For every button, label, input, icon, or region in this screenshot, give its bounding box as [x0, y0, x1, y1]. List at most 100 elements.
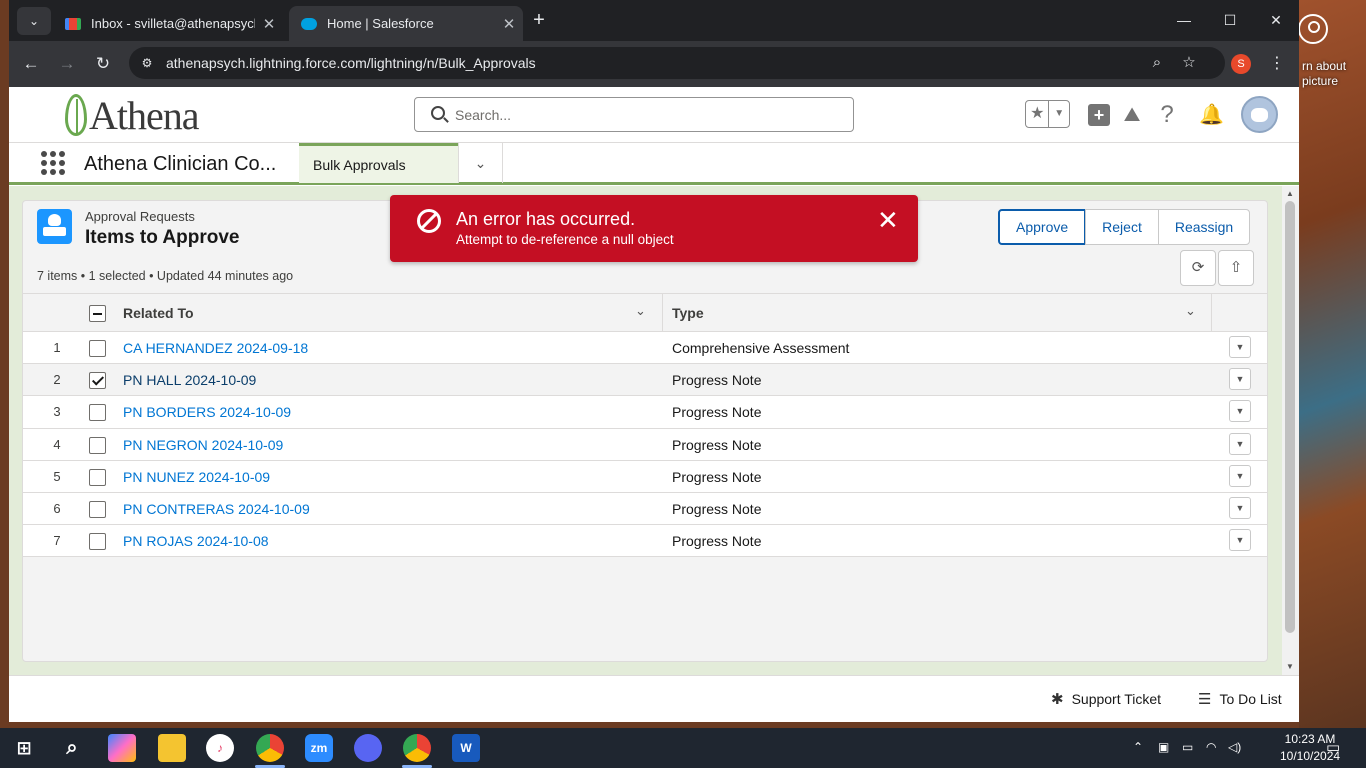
minimize-button[interactable]: —	[1161, 6, 1207, 34]
global-header: Athena ★ ▼ + ⛰ ? 🔔	[9, 87, 1299, 143]
windows-start-icon[interactable]: ⊞	[10, 734, 38, 762]
url-text[interactable]: athenapsych.lightning.force.com/lightnin…	[166, 55, 536, 71]
column-divider[interactable]	[1211, 294, 1212, 332]
approve-button[interactable]: Approve	[998, 209, 1087, 245]
row-actions-chevron-icon[interactable]: ▼	[1229, 400, 1251, 423]
row-checkbox[interactable]	[89, 533, 106, 551]
row-actions-chevron-icon[interactable]: ▼	[1229, 368, 1251, 391]
tab-gmail-inbox[interactable]: Inbox - svilleta@athenapsych.c ✕	[53, 6, 283, 41]
chrome-icon[interactable]	[256, 734, 284, 762]
select-all-checkbox[interactable]	[89, 305, 106, 322]
omnibox[interactable]: ⚙ athenapsych.lightning.force.com/lightn…	[129, 47, 1225, 79]
search-icon[interactable]: ⌕	[58, 734, 86, 762]
related-to-link[interactable]: PN ROJAS 2024-10-08	[123, 533, 269, 549]
trailhead-icon[interactable]: ⛰	[1119, 101, 1145, 129]
meet-now-icon[interactable]: ▣	[1158, 740, 1169, 754]
refresh-icon[interactable]: ⟳	[1180, 250, 1216, 286]
row-checkbox[interactable]	[89, 340, 106, 357]
row-checkbox[interactable]	[89, 404, 106, 422]
nav-more-chevron-icon[interactable]: ⌄	[458, 143, 503, 183]
row-checkbox[interactable]	[89, 372, 106, 390]
table-row[interactable]: 3 PN BORDERS 2024-10-09 Progress Note ▼	[23, 396, 1267, 429]
related-to-link[interactable]: PN CONTRERAS 2024-10-09	[123, 501, 310, 517]
zoom-icon[interactable]: ⌕	[1147, 53, 1167, 73]
row-checkbox[interactable]	[89, 468, 106, 486]
profile-avatar[interactable]: S	[1231, 54, 1251, 74]
help-icon[interactable]: ?	[1155, 101, 1179, 129]
chrome-profile-icon[interactable]	[403, 734, 431, 762]
table-row[interactable]: 1 CA HERNANDEZ 2024-09-18 Comprehensive …	[23, 332, 1267, 365]
table-row[interactable]: 4 PN NEGRON 2024-10-09 Progress Note ▼	[23, 428, 1267, 461]
related-to-link[interactable]: PN BORDERS 2024-10-09	[123, 404, 291, 420]
close-window-button[interactable]: ✕	[1253, 6, 1299, 34]
chevron-down-icon[interactable]: ⌄	[1185, 303, 1196, 319]
tab-salesforce-home[interactable]: Home | Salesforce ✕	[289, 6, 523, 41]
discord-icon[interactable]	[354, 734, 382, 762]
bookmark-star-icon[interactable]: ☆	[1179, 53, 1199, 73]
related-to-link[interactable]: PN NUNEZ 2024-10-09	[123, 469, 270, 485]
tab-search-button[interactable]: ⌄	[17, 7, 51, 35]
row-actions-chevron-icon[interactable]: ▼	[1229, 529, 1251, 552]
battery-icon[interactable]: ▭	[1182, 740, 1193, 754]
forward-button[interactable]: →	[55, 52, 79, 76]
word-icon[interactable]: W	[452, 734, 480, 762]
copilot-icon[interactable]	[108, 734, 136, 762]
column-header-type[interactable]: Type	[672, 294, 704, 332]
chevron-down-icon[interactable]: ⌄	[635, 303, 646, 319]
row-checkbox[interactable]	[89, 436, 106, 454]
scrollbar-thumb[interactable]	[1285, 201, 1295, 633]
global-actions-icon[interactable]: +	[1087, 101, 1111, 129]
column-header-related-to[interactable]: Related To	[123, 294, 194, 332]
column-divider[interactable]	[662, 294, 663, 332]
table-row[interactable]: 5 PN NUNEZ 2024-10-09 Progress Note ▼	[23, 460, 1267, 493]
reject-button[interactable]: Reject	[1085, 209, 1159, 245]
star-icon[interactable]: ★	[1026, 101, 1050, 127]
favorites-button[interactable]: ★ ▼	[1025, 100, 1070, 128]
chevron-up-icon[interactable]: ⌃	[1133, 740, 1143, 754]
notification-center-icon[interactable]: ▭	[1326, 738, 1340, 756]
row-actions-chevron-icon[interactable]: ▼	[1229, 496, 1251, 519]
to-do-list-button[interactable]: ☰ To Do List	[1198, 690, 1282, 708]
row-actions-chevron-icon[interactable]: ▼	[1229, 336, 1251, 358]
wallpaper-learn-more-text[interactable]: rn about picture	[1302, 59, 1346, 89]
scroll-up-arrow-icon[interactable]: ▲	[1286, 189, 1294, 198]
itunes-icon[interactable]: ♪	[206, 734, 234, 762]
nav-tab-bulk-approvals[interactable]: Bulk Approvals	[299, 143, 458, 183]
search-input[interactable]	[455, 104, 835, 126]
related-to-link[interactable]: CA HERNANDEZ 2024-09-18	[123, 340, 308, 356]
file-explorer-icon[interactable]	[158, 734, 186, 762]
approval-icon	[37, 209, 72, 244]
support-ticket-button[interactable]: ✱ Support Ticket	[1051, 690, 1161, 708]
notifications-bell-icon[interactable]: 🔔	[1199, 101, 1224, 129]
close-tab-icon[interactable]: ✕	[255, 15, 283, 33]
row-actions-chevron-icon[interactable]: ▼	[1229, 432, 1251, 455]
chevron-down-icon[interactable]: ▼	[1049, 101, 1069, 127]
maximize-button[interactable]: ☐	[1207, 6, 1253, 34]
scroll-down-arrow-icon[interactable]: ▼	[1286, 662, 1294, 671]
reload-button[interactable]: ↻	[91, 52, 115, 76]
table-row[interactable]: 6 PN CONTRERAS 2024-10-09 Progress Note …	[23, 492, 1267, 526]
wallpaper-info-icon[interactable]	[1298, 14, 1328, 44]
zoom-icon[interactable]: zm	[305, 734, 333, 762]
related-to-link[interactable]: PN HALL 2024-10-09	[123, 372, 256, 388]
app-launcher-icon[interactable]	[41, 151, 65, 175]
athena-logo[interactable]: Athena	[65, 93, 200, 138]
chrome-menu-icon[interactable]: ⋮	[1269, 53, 1285, 73]
table-row[interactable]: 7 PN ROJAS 2024-10-08 Progress Note ▼	[23, 525, 1267, 558]
row-checkbox[interactable]	[89, 500, 106, 518]
table-row[interactable]: 2 PN HALL 2024-10-09 Progress Note ▼	[23, 364, 1267, 397]
rocket-icon[interactable]: ⇧	[1218, 250, 1254, 286]
wifi-icon[interactable]: ◠	[1206, 740, 1216, 754]
related-to-link[interactable]: PN NEGRON 2024-10-09	[123, 437, 283, 453]
close-icon[interactable]: ✕	[877, 207, 899, 233]
back-button[interactable]: ←	[19, 52, 43, 76]
reassign-button[interactable]: Reassign	[1157, 209, 1251, 245]
new-tab-button[interactable]: +	[527, 9, 551, 33]
site-info-icon[interactable]: ⚙	[139, 55, 155, 71]
row-actions-chevron-icon[interactable]: ▼	[1229, 464, 1251, 487]
page-scrollbar[interactable]: ▲ ▼	[1282, 186, 1299, 675]
volume-icon[interactable]: ◁)	[1228, 740, 1241, 754]
user-avatar[interactable]	[1241, 96, 1278, 133]
close-tab-icon[interactable]: ✕	[495, 15, 523, 33]
global-search[interactable]	[414, 97, 854, 132]
